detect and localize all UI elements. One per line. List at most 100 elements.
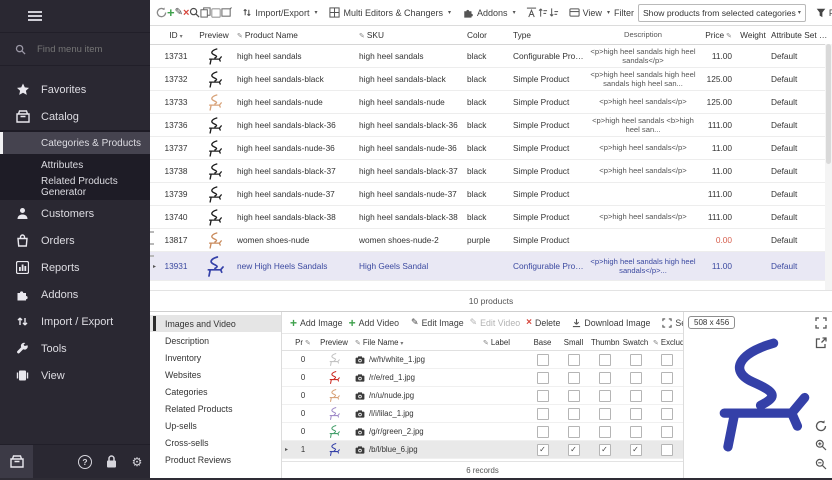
cell-base-checkbox[interactable]	[527, 354, 558, 366]
scrollbar-thumb[interactable]	[826, 44, 831, 164]
header-product-name[interactable]: Product Name	[235, 30, 357, 40]
sidebar-item-customers[interactable]: Customers	[0, 200, 150, 227]
cell-exclude-checkbox[interactable]	[651, 354, 683, 366]
header-description[interactable]: Description	[587, 30, 699, 39]
image-row[interactable]: 0/g/r/green_2.jpg	[282, 423, 683, 441]
cell-thumbnail-checkbox[interactable]	[589, 408, 620, 420]
checkbox[interactable]	[661, 354, 673, 366]
header-exclude[interactable]: Exclude	[651, 338, 683, 347]
sidebar-item-categories-products[interactable]: Categories & Products	[0, 132, 150, 154]
header-color[interactable]: Color	[465, 30, 511, 40]
image-row[interactable]: 0/r/e/red_1.jpg	[282, 369, 683, 387]
checkbox[interactable]	[661, 444, 673, 456]
checkbox-mode-button[interactable]	[211, 4, 221, 22]
category-filter-select[interactable]: Show products from selected categories	[638, 4, 806, 22]
cell-thumbnail-checkbox[interactable]	[589, 426, 620, 438]
sort-ascending-button[interactable]	[537, 4, 548, 22]
tab-product-reviews[interactable]: Product Reviews	[150, 451, 281, 468]
add-video-button[interactable]: +Add Video	[346, 316, 402, 330]
lock-button[interactable]	[98, 455, 124, 468]
header-weight[interactable]: Weight	[737, 30, 769, 40]
header-type[interactable]: Type	[511, 30, 587, 40]
header-file-name[interactable]: File Name	[353, 338, 481, 347]
tab-description[interactable]: Description	[150, 332, 281, 349]
checkbox[interactable]	[568, 390, 580, 402]
sidebar-item-favorites[interactable]: Favorites	[0, 76, 150, 103]
cell-swatch-checkbox[interactable]	[620, 426, 651, 438]
sidebar-item-related-products-generator[interactable]: Related Products Generator	[0, 176, 150, 198]
checkbox[interactable]: ✓	[599, 444, 611, 456]
sidebar-item-tools[interactable]: Tools	[0, 335, 150, 362]
cell-swatch-checkbox[interactable]: ✓	[620, 444, 651, 456]
checkbox[interactable]	[661, 390, 673, 402]
checkbox[interactable]	[661, 408, 673, 420]
header-priority[interactable]: Pr	[291, 338, 315, 347]
image-row[interactable]: ▸1/b/l/blue_6.jpg✓✓✓✓	[282, 441, 683, 459]
product-row[interactable]: 13817women shoes-nudewomen shoes-nude-2p…	[150, 229, 832, 252]
checkbox[interactable]	[630, 354, 642, 366]
tab-cross-sells[interactable]: Cross-sells	[150, 434, 281, 451]
header-base[interactable]: Base	[527, 338, 558, 347]
checkbox[interactable]	[630, 426, 642, 438]
image-row[interactable]: 0/l/i/lilac_1.jpg	[282, 405, 683, 423]
product-row[interactable]: 13738high heel sandals-black-37high heel…	[150, 160, 832, 183]
checkbox[interactable]: ✓	[537, 444, 549, 456]
sidebar-item-view[interactable]: View	[0, 362, 150, 389]
checkbox[interactable]	[599, 372, 611, 384]
cell-small-checkbox[interactable]: ✓	[558, 444, 589, 456]
product-row[interactable]: 13731high heel sandalshigh heel sandalsb…	[150, 45, 832, 68]
panel-splitter-handle[interactable]	[150, 231, 154, 257]
download-image-button[interactable]: Download Image	[569, 318, 653, 328]
checkbox[interactable]	[537, 426, 549, 438]
open-external-icon[interactable]	[815, 337, 827, 349]
duplicate-button[interactable]	[200, 4, 211, 22]
checkbox[interactable]	[599, 426, 611, 438]
image-row[interactable]: 0/w/h/white_1.jpg	[282, 351, 683, 369]
settings-button[interactable]: ⚙	[124, 456, 150, 468]
cell-thumbnail-checkbox[interactable]	[589, 372, 620, 384]
cell-swatch-checkbox[interactable]	[620, 390, 651, 402]
cell-base-checkbox[interactable]: ✓	[527, 444, 558, 456]
checkbox[interactable]	[599, 390, 611, 402]
product-row[interactable]: ▸13931new High Heels SandalsHigh Geels S…	[150, 252, 832, 281]
multi-editors-dropdown[interactable]: Multi Editors & Changers	[327, 7, 453, 18]
checkbox[interactable]: ✓	[630, 444, 642, 456]
sidebar-item-catalog[interactable]: Catalog	[0, 103, 150, 130]
image-row[interactable]: 0/n/u/nude.jpg	[282, 387, 683, 405]
fullscreen-icon[interactable]	[815, 317, 827, 329]
cell-base-checkbox[interactable]	[527, 408, 558, 420]
product-row[interactable]: 13733high heel sandals-nudehigh heel san…	[150, 91, 832, 114]
help-button[interactable]: ?	[72, 455, 98, 469]
header-preview[interactable]: Preview	[193, 30, 235, 40]
translate-button[interactable]	[526, 4, 537, 22]
cell-thumbnail-checkbox[interactable]	[589, 390, 620, 402]
product-row[interactable]: 13737high heel sandals-nude-36high heel …	[150, 137, 832, 160]
cell-base-checkbox[interactable]	[527, 390, 558, 402]
product-row[interactable]: 13736high heel sandals-black-36high heel…	[150, 114, 832, 137]
cell-small-checkbox[interactable]	[558, 408, 589, 420]
header-thumbnail[interactable]: Thumbna	[589, 338, 620, 347]
sidebar-item-orders[interactable]: Orders	[0, 227, 150, 254]
cell-thumbnail-checkbox[interactable]	[589, 354, 620, 366]
catalog-shortcut-button[interactable]	[0, 445, 33, 478]
checkbox[interactable]	[630, 372, 642, 384]
tab-images-and-video[interactable]: Images and Video	[150, 315, 281, 332]
sidebar-item-import-export[interactable]: Import / Export	[0, 308, 150, 335]
add-product-button[interactable]: +	[167, 4, 175, 22]
checkbox[interactable]	[537, 390, 549, 402]
cell-small-checkbox[interactable]	[558, 354, 589, 366]
checkbox[interactable]	[537, 408, 549, 420]
product-row[interactable]: 13739high heel sandals-nude-37high heel …	[150, 183, 832, 206]
cell-exclude-checkbox[interactable]	[651, 426, 683, 438]
product-row[interactable]: 13740high heel sandals-black-38high heel…	[150, 206, 832, 229]
vertical-scrollbar[interactable]	[825, 44, 832, 290]
header-swatch[interactable]: Swatch	[620, 338, 651, 347]
cell-swatch-checkbox[interactable]	[620, 354, 651, 366]
import-export-dropdown[interactable]: Import/Export	[240, 7, 319, 18]
refresh-button[interactable]	[156, 4, 167, 22]
sidebar-item-attributes[interactable]: Attributes	[0, 154, 150, 176]
checkbox[interactable]	[630, 390, 642, 402]
checkbox[interactable]	[661, 372, 673, 384]
edit-image-button[interactable]: ✎Edit Image	[408, 317, 467, 328]
checkbox[interactable]	[568, 354, 580, 366]
